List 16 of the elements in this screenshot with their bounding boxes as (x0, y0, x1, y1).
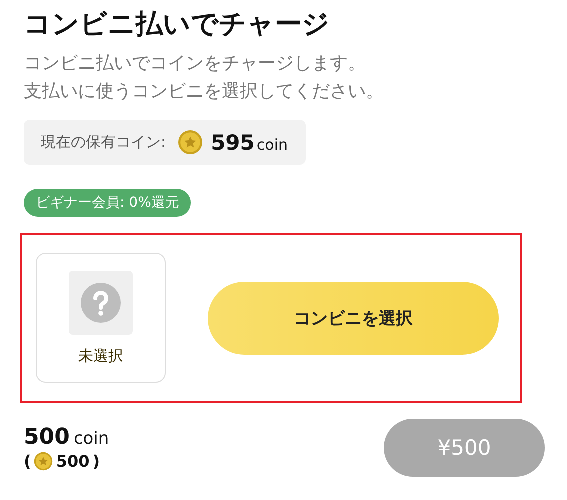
balance-amount: 595 coin (211, 130, 288, 154)
coin-icon (178, 130, 204, 155)
description-text: 支払いに使うコンビニを選択してください。 (24, 80, 385, 104)
paren-text: ) (92, 452, 100, 471)
store-label: 未選択 (78, 346, 124, 366)
question-icon (69, 270, 133, 334)
purchase-amount: 500 coin (24, 425, 110, 450)
paren-text: ( (24, 452, 32, 471)
page-title: コンビニ払いでチャージ (24, 8, 331, 42)
member-badge: ビギナー会員: 0%還元 (24, 189, 192, 217)
description-text: コンビニ払いでコインをチャージします。 (24, 52, 367, 76)
coin-amount: 500 (56, 452, 90, 471)
store-card[interactable]: 未選択 (36, 253, 166, 383)
balance-label: 現在の保有コイン: (41, 133, 166, 152)
coin-icon (34, 452, 54, 471)
select-store-button[interactable]: コンビニを選択 (208, 282, 499, 354)
